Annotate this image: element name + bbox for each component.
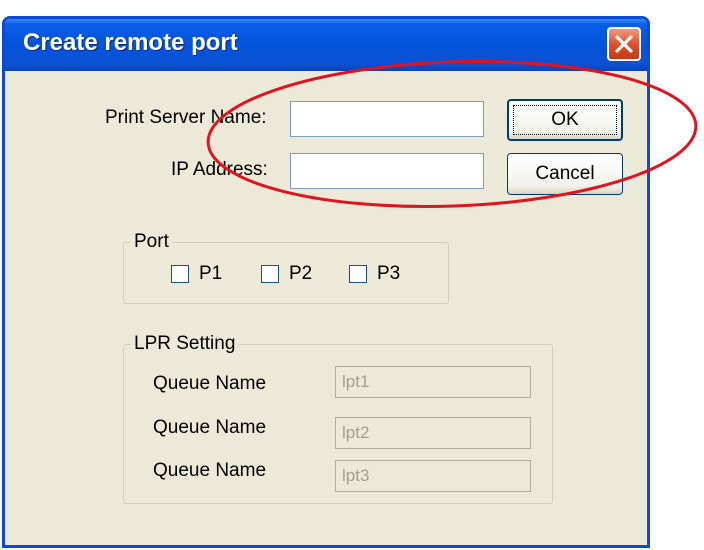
- cancel-button[interactable]: Cancel: [507, 153, 623, 195]
- title-bar[interactable]: Create remote port: [5, 19, 647, 71]
- cancel-button-label: Cancel: [535, 163, 595, 184]
- queue-name-value-1: lpt1: [342, 372, 370, 391]
- queue-name-label-3: Queue Name: [153, 460, 267, 481]
- queue-name-label-2: Queue Name: [153, 417, 267, 438]
- port-group-legend: Port: [131, 231, 172, 253]
- queue-name-value-2: lpt2: [342, 423, 370, 442]
- queue-name-field-2: lpt2: [335, 417, 531, 449]
- ok-button[interactable]: OK: [507, 99, 623, 141]
- focus-rectangle: [513, 105, 617, 135]
- print-server-name-label: Print Server Name:: [105, 107, 267, 128]
- queue-name-label-1: Queue Name: [153, 373, 267, 394]
- ip-address-label: IP Address:: [171, 159, 268, 180]
- dialog-title: Create remote port: [23, 29, 238, 56]
- queue-name-field-1: lpt1: [335, 366, 531, 398]
- close-button[interactable]: [607, 27, 641, 61]
- create-remote-port-dialog: Create remote port Print Server Name: IP…: [2, 16, 650, 548]
- port-p1-checkbox[interactable]: [171, 265, 189, 283]
- print-server-name-input[interactable]: [290, 101, 484, 137]
- port-p3-checkbox[interactable]: [349, 265, 367, 283]
- port-p3-label: P3: [377, 263, 401, 284]
- close-icon: [615, 35, 633, 53]
- queue-name-value-3: lpt3: [342, 466, 370, 485]
- port-p2-label: P2: [289, 263, 313, 284]
- lpr-setting-legend: LPR Setting: [131, 333, 239, 355]
- ip-address-input[interactable]: [290, 153, 484, 189]
- port-p2-checkbox[interactable]: [261, 265, 279, 283]
- queue-name-field-3: lpt3: [335, 460, 531, 492]
- port-p1-label: P1: [199, 263, 223, 284]
